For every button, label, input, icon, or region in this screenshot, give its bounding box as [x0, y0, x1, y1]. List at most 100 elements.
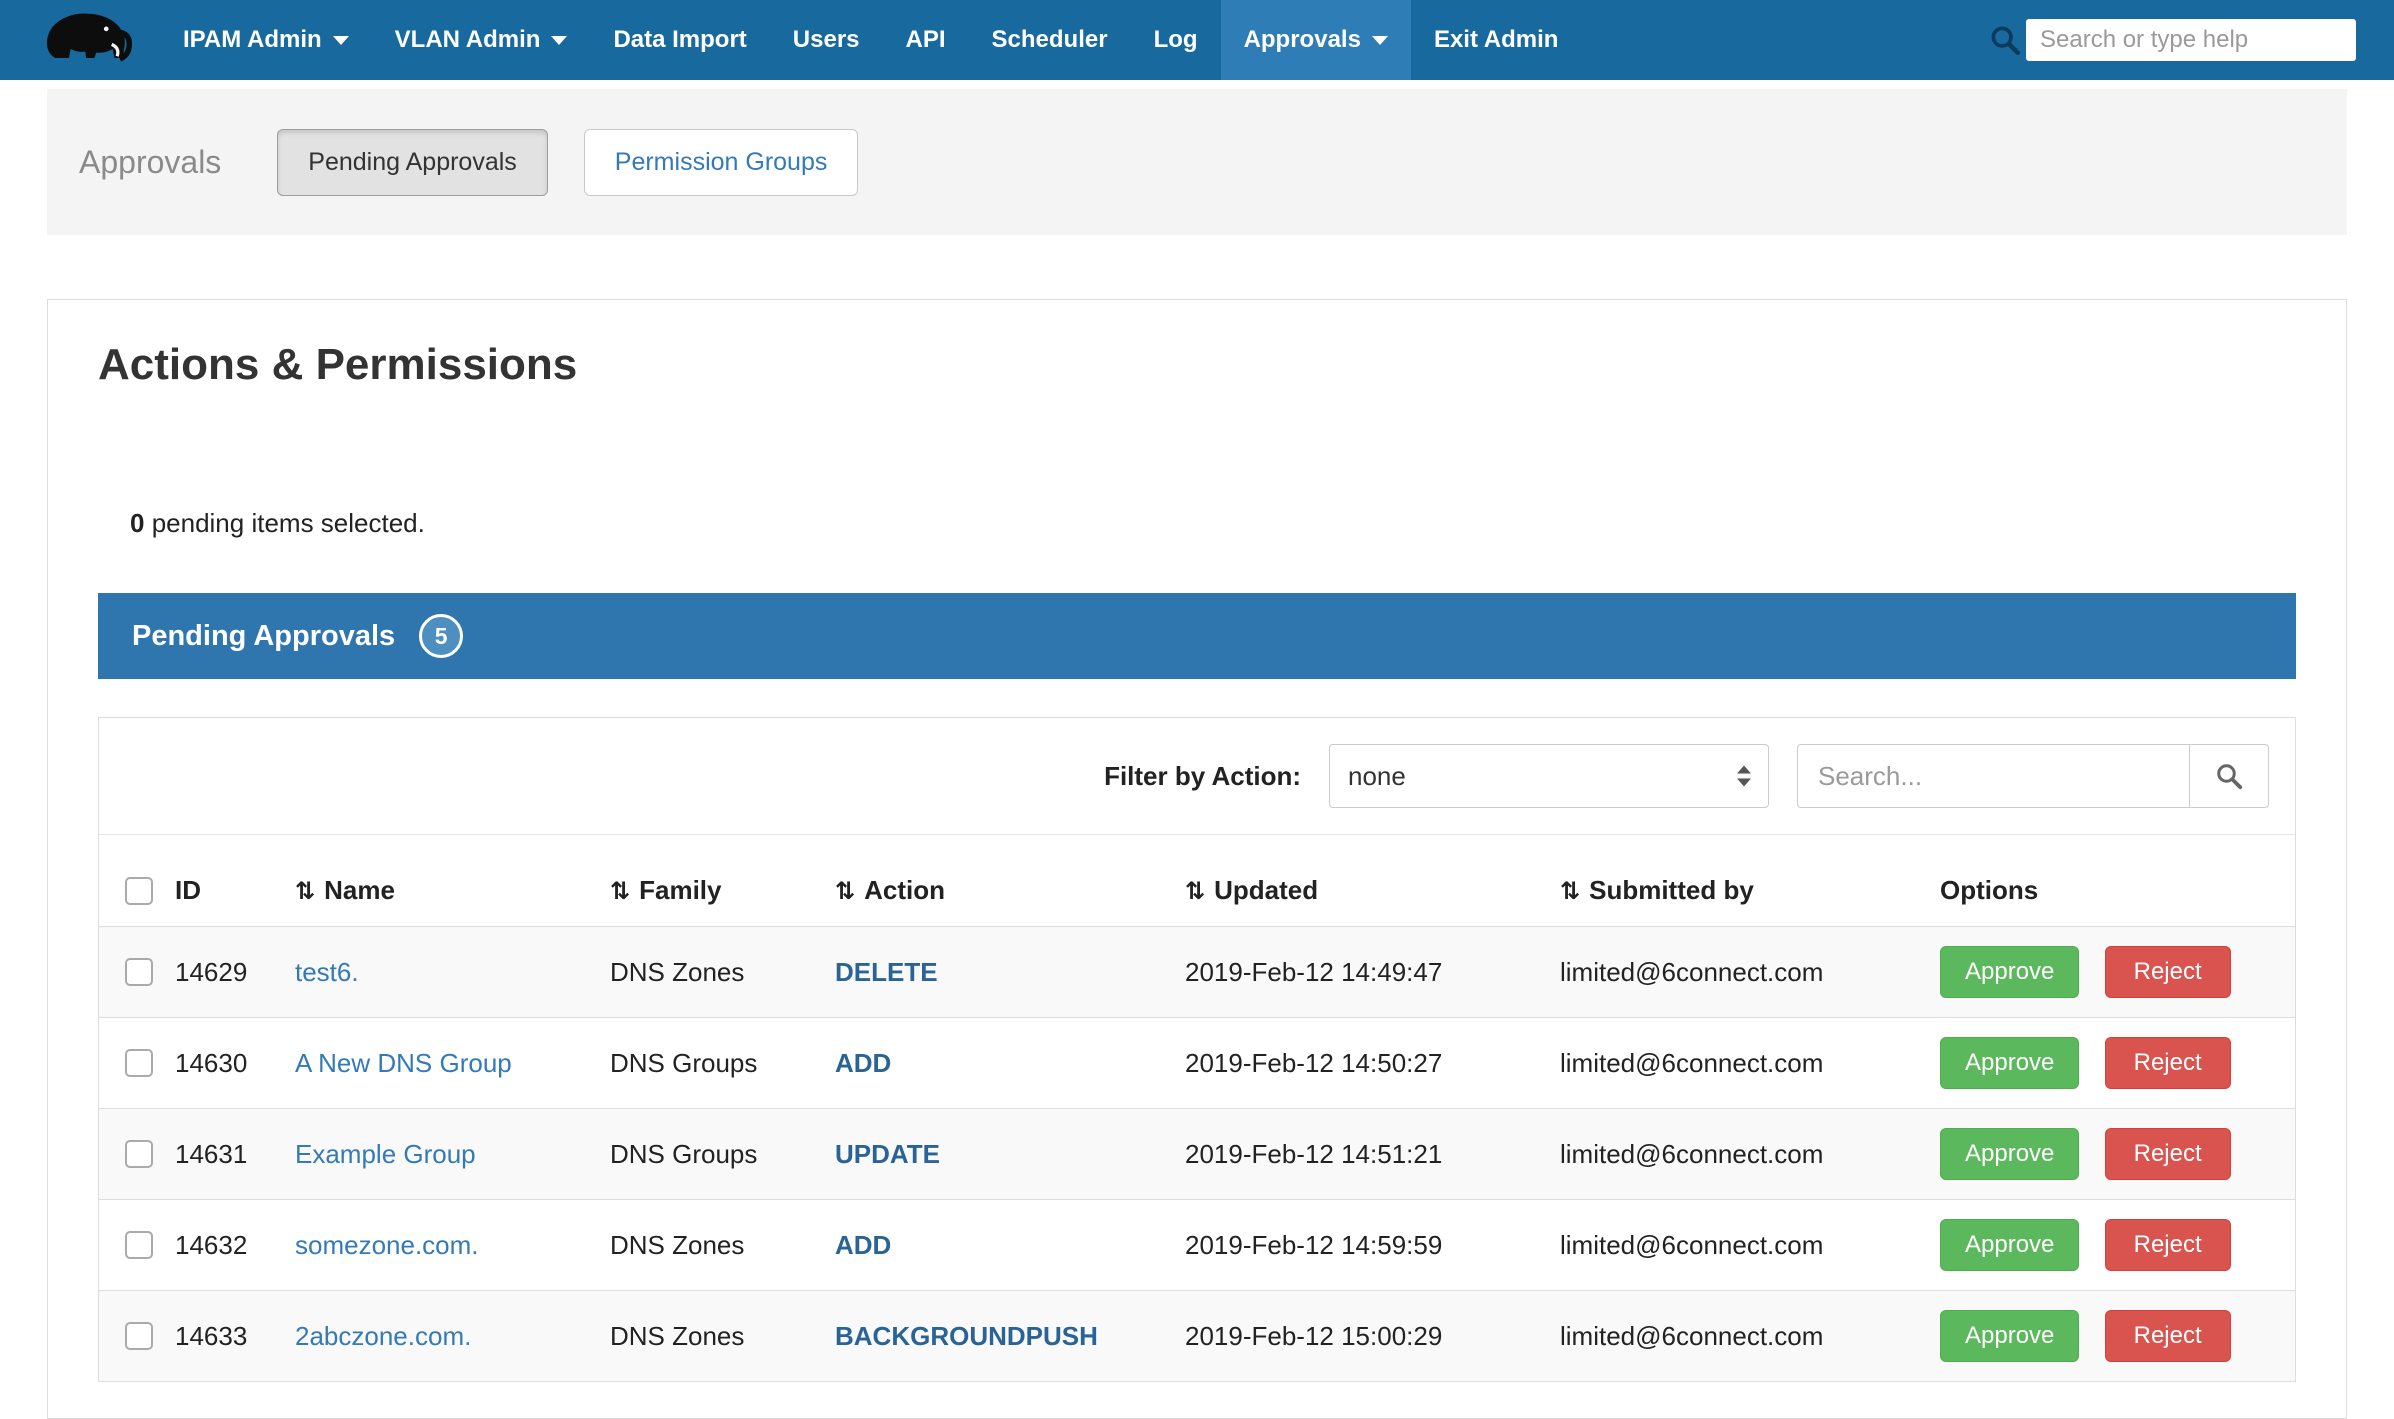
action-filter-select[interactable]: none	[1329, 744, 1769, 808]
table-row: 14631 Example Group DNS Groups UPDATE 20…	[99, 1109, 2295, 1200]
tab-permission-groups[interactable]: Permission Groups	[584, 129, 859, 196]
sort-icon: ⇅	[295, 878, 315, 905]
count-badge: 5	[419, 614, 463, 658]
row-checkbox[interactable]	[125, 1322, 153, 1350]
reject-button[interactable]: Reject	[2105, 1219, 2231, 1271]
item-name-link[interactable]: Example Group	[295, 1139, 476, 1169]
column-header-label: Submitted by	[1589, 875, 1754, 905]
table-search-button[interactable]	[2189, 744, 2269, 808]
column-header-id: ID	[157, 835, 277, 927]
search-icon	[2214, 761, 2244, 791]
approve-button[interactable]: Approve	[1940, 1128, 2079, 1180]
cell-id: 14633	[157, 1291, 277, 1382]
table-search-input[interactable]	[1797, 744, 2189, 808]
column-header-name[interactable]: ⇅ Name	[277, 835, 592, 927]
item-name-link[interactable]: somezone.com.	[295, 1230, 479, 1260]
item-name-link[interactable]: test6.	[295, 957, 359, 987]
cell-submitted-by: limited@6connect.com	[1542, 1109, 1922, 1200]
column-header-label: Family	[639, 875, 721, 905]
nav-item-approvals[interactable]: Approvals	[1221, 0, 1411, 80]
cell-name: Example Group	[277, 1109, 592, 1200]
filter-row: Filter by Action: none	[99, 718, 2295, 835]
item-name-link[interactable]: 2abczone.com.	[295, 1321, 471, 1351]
row-checkbox[interactable]	[125, 958, 153, 986]
column-header-action[interactable]: ⇅ Action	[817, 835, 1167, 927]
cell-action: UPDATE	[817, 1109, 1167, 1200]
nav-item-label: VLAN Admin	[395, 26, 541, 54]
row-select-cell	[99, 1109, 157, 1200]
row-checkbox[interactable]	[125, 1049, 153, 1077]
approve-button[interactable]: Approve	[1940, 1037, 2079, 1089]
column-header-label: Name	[324, 875, 395, 905]
cell-id: 14630	[157, 1018, 277, 1109]
main-panel: Actions & Permissions 0 pending items se…	[47, 299, 2347, 1419]
nav-item-label: Scheduler	[992, 26, 1108, 54]
tab-pending-approvals[interactable]: Pending Approvals	[277, 129, 547, 196]
nav-item-data-import[interactable]: Data Import	[590, 0, 769, 80]
cell-options: Approve Reject	[1922, 927, 2295, 1018]
nav-items: IPAM Admin VLAN Admin Data Import Users …	[160, 0, 1581, 80]
select-all-header-cell	[99, 835, 157, 927]
cell-action: ADD	[817, 1200, 1167, 1291]
cell-updated: 2019-Feb-12 14:49:47	[1167, 927, 1542, 1018]
filter-by-action-label: Filter by Action:	[1104, 761, 1301, 792]
cell-family: DNS Groups	[592, 1018, 817, 1109]
cell-updated: 2019-Feb-12 15:00:29	[1167, 1291, 1542, 1382]
nav-item-vlan-admin[interactable]: VLAN Admin	[372, 0, 591, 80]
page-title: Approvals	[79, 144, 221, 181]
row-checkbox[interactable]	[125, 1140, 153, 1168]
panel-title: Pending Approvals	[132, 620, 395, 653]
column-header-label: Options	[1940, 875, 2038, 905]
approvals-table-container: Filter by Action: none	[98, 717, 2296, 1382]
cell-submitted-by: limited@6connect.com	[1542, 1200, 1922, 1291]
reject-button[interactable]: Reject	[2105, 1310, 2231, 1362]
cell-action: DELETE	[817, 927, 1167, 1018]
reject-button[interactable]: Reject	[2105, 946, 2231, 998]
action-filter-wrap: none	[1329, 744, 1769, 808]
approve-button[interactable]: Approve	[1940, 1219, 2079, 1271]
item-name-link[interactable]: A New DNS Group	[295, 1048, 512, 1078]
nav-item-api[interactable]: API	[883, 0, 969, 80]
row-checkbox[interactable]	[125, 1231, 153, 1259]
brand-logo[interactable]	[0, 0, 160, 80]
nav-item-label: Approvals	[1244, 26, 1361, 54]
approve-button[interactable]: Approve	[1940, 1310, 2079, 1362]
selected-count-text: pending items selected.	[144, 508, 424, 538]
sort-icon: ⇅	[835, 878, 855, 905]
column-header-submitted-by[interactable]: ⇅ Submitted by	[1542, 835, 1922, 927]
reject-button[interactable]: Reject	[2105, 1128, 2231, 1180]
mammoth-logo-icon	[42, 7, 134, 74]
cell-name: somezone.com.	[277, 1200, 592, 1291]
reject-button[interactable]: Reject	[2105, 1037, 2231, 1089]
cell-name: test6.	[277, 927, 592, 1018]
column-header-family[interactable]: ⇅Family	[592, 835, 817, 927]
table-row: 14632 somezone.com. DNS Zones ADD 2019-F…	[99, 1200, 2295, 1291]
nav-item-scheduler[interactable]: Scheduler	[969, 0, 1131, 80]
nav-item-ipam-admin[interactable]: IPAM Admin	[160, 0, 372, 80]
cell-action: BACKGROUNDPUSH	[817, 1291, 1167, 1382]
select-all-checkbox[interactable]	[125, 877, 153, 905]
column-header-updated[interactable]: ⇅Updated	[1167, 835, 1542, 927]
table-row: 14629 test6. DNS Zones DELETE 2019-Feb-1…	[99, 927, 2295, 1018]
column-header-options: Options	[1922, 835, 2295, 927]
cell-submitted-by: limited@6connect.com	[1542, 1018, 1922, 1109]
nav-item-label: Data Import	[613, 26, 746, 54]
approve-button[interactable]: Approve	[1940, 946, 2079, 998]
nav-item-exit-admin[interactable]: Exit Admin	[1411, 0, 1581, 80]
cell-id: 14629	[157, 927, 277, 1018]
nav-item-label: IPAM Admin	[183, 26, 322, 54]
approvals-table: ID ⇅ Name ⇅Family ⇅ Action ⇅Updated ⇅ Submi…	[99, 835, 2295, 1381]
cell-updated: 2019-Feb-12 14:50:27	[1167, 1018, 1542, 1109]
cell-family: DNS Zones	[592, 1291, 817, 1382]
sort-icon: ⇅	[1560, 878, 1580, 905]
cell-updated: 2019-Feb-12 14:59:59	[1167, 1200, 1542, 1291]
row-select-cell	[99, 1291, 157, 1382]
page-header: Approvals Pending Approvals Permission Gr…	[47, 89, 2347, 235]
cell-options: Approve Reject	[1922, 1291, 2295, 1382]
column-header-label: Action	[864, 875, 945, 905]
nav-item-label: Log	[1154, 26, 1198, 54]
nav-item-users[interactable]: Users	[770, 0, 883, 80]
nav-item-log[interactable]: Log	[1131, 0, 1221, 80]
global-search-input[interactable]	[2026, 19, 2356, 61]
section-title: Actions & Permissions	[98, 340, 2296, 390]
